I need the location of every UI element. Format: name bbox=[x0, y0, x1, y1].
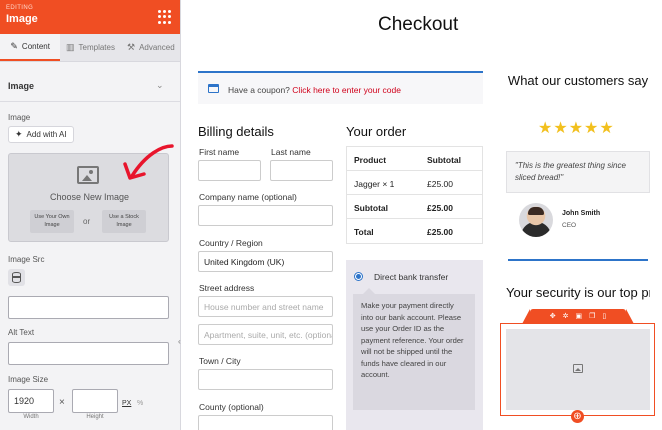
tab-templates-label: Templates bbox=[78, 43, 115, 52]
tab-content-label: Content bbox=[21, 42, 50, 51]
table-row: Jagger × 1 £25.00 bbox=[347, 171, 482, 195]
table-row: Subtotal £25.00 bbox=[347, 195, 482, 219]
town-input[interactable] bbox=[198, 369, 333, 390]
chevron-down-icon[interactable]: ⌄ bbox=[156, 80, 164, 91]
section-title: Image bbox=[8, 81, 35, 91]
sparkle-icon: ✦ bbox=[15, 129, 23, 139]
height-input[interactable] bbox=[72, 389, 118, 413]
star-rating-icon: ★★★★★ bbox=[538, 120, 615, 137]
county-input[interactable] bbox=[198, 415, 333, 430]
street-label: Street address bbox=[199, 283, 255, 293]
tab-content[interactable]: ✎ Content bbox=[0, 34, 61, 61]
subtotal-label-cell: Subtotal bbox=[354, 203, 388, 213]
apartment-input[interactable]: Apartment, suite, unit, etc. (optional) bbox=[198, 324, 333, 345]
annotation-arrow-icon bbox=[123, 144, 174, 180]
coupon-notice: Have a coupon? Click here to enter your … bbox=[198, 71, 483, 104]
or-label: or bbox=[83, 217, 91, 226]
first-name-label: First name bbox=[199, 147, 240, 157]
coupon-text: Have a coupon? Click here to enter your … bbox=[228, 85, 401, 95]
payment-method-label[interactable]: Direct bank transfer bbox=[374, 272, 448, 282]
payment-methods: Direct bank transfer Make your payment d… bbox=[346, 260, 483, 430]
wrench-icon: ⚒ bbox=[126, 42, 136, 52]
image-label: Image bbox=[8, 113, 31, 122]
coupon-prompt: Have a coupon? bbox=[228, 85, 290, 95]
image-placeholder-icon bbox=[573, 364, 583, 373]
connection-button[interactable] bbox=[8, 269, 25, 286]
testimonial-quote: "This is the greatest thing since sliced… bbox=[506, 151, 650, 193]
calendar-icon bbox=[208, 84, 219, 93]
total-label-cell: Total bbox=[354, 227, 374, 237]
trash-icon[interactable]: ▯ bbox=[602, 313, 606, 320]
company-label: Company name (optional) bbox=[199, 192, 297, 202]
column-header: Subtotal bbox=[427, 155, 461, 165]
database-icon bbox=[12, 272, 21, 283]
tab-advanced[interactable]: ⚒ Advanced bbox=[121, 34, 180, 61]
product-cell: Jagger × 1 bbox=[354, 179, 395, 189]
divider bbox=[508, 259, 648, 261]
chevron-left-icon[interactable]: ‹ bbox=[178, 337, 181, 346]
order-heading: Your order bbox=[346, 124, 407, 139]
country-select[interactable]: United Kingdom (UK) bbox=[198, 251, 333, 272]
grid-menu-icon[interactable] bbox=[158, 10, 172, 24]
image-placeholder-icon bbox=[77, 166, 99, 184]
choose-new-image-text[interactable]: Choose New Image bbox=[9, 192, 170, 202]
width-input[interactable]: 1920 bbox=[8, 389, 54, 413]
unit-px-toggle[interactable]: PX bbox=[122, 400, 131, 407]
last-name-label: Last name bbox=[271, 147, 311, 157]
table-header-row: Product Subtotal bbox=[347, 147, 482, 171]
times-icon: × bbox=[59, 397, 65, 408]
width-label: Width bbox=[23, 414, 39, 420]
county-label: County (optional) bbox=[199, 402, 264, 412]
town-label: Town / City bbox=[199, 356, 241, 366]
settings-icon[interactable]: ✲ bbox=[563, 313, 569, 320]
template-icon: ▥ bbox=[66, 42, 75, 52]
editor-sidebar: EDITING Image ✎ Content ▥ Templates ⚒ Ad… bbox=[0, 0, 181, 430]
save-icon[interactable]: ▣ bbox=[575, 313, 582, 320]
billing-heading: Billing details bbox=[198, 124, 274, 139]
use-own-image-button[interactable]: Use Your Own Image bbox=[30, 210, 74, 233]
divider bbox=[0, 101, 180, 102]
image-src-input[interactable] bbox=[8, 296, 169, 319]
sidebar-tabs: ✎ Content ▥ Templates ⚒ Advanced bbox=[0, 34, 180, 62]
module-toolbar: ✥ ✲ ▣ ❐ ▯ bbox=[522, 309, 634, 324]
move-icon[interactable]: ✥ bbox=[550, 313, 556, 320]
total-value-cell: £25.00 bbox=[427, 227, 453, 237]
image-size-label: Image Size bbox=[8, 375, 49, 384]
payment-description: Make your payment directly into our bank… bbox=[353, 288, 475, 410]
company-input[interactable] bbox=[198, 205, 333, 226]
order-table: Product Subtotal Jagger × 1 £25.00 Subto… bbox=[346, 146, 483, 244]
add-module-icon[interactable]: ⊕ bbox=[571, 410, 584, 423]
testimonial-title: What our customers say bbox=[507, 73, 649, 88]
sidebar-title: Image bbox=[6, 13, 38, 25]
unit-percent-toggle[interactable]: % bbox=[137, 400, 143, 407]
coupon-link[interactable]: Click here to enter your code bbox=[292, 85, 401, 95]
image-module[interactable] bbox=[506, 329, 650, 410]
alt-text-input[interactable] bbox=[8, 342, 169, 365]
page-title: Checkout bbox=[378, 14, 459, 35]
editing-label: EDITING bbox=[6, 5, 34, 11]
first-name-input[interactable] bbox=[198, 160, 261, 181]
use-stock-image-button[interactable]: Use a Stock Image bbox=[102, 210, 146, 233]
last-name-input[interactable] bbox=[270, 160, 333, 181]
sidebar-header: EDITING Image bbox=[0, 0, 180, 34]
add-with-ai-label: Add with AI bbox=[26, 130, 67, 139]
subtotal-value-cell: £25.00 bbox=[427, 203, 453, 213]
tab-advanced-label: Advanced bbox=[139, 43, 175, 52]
country-label: Country / Region bbox=[199, 238, 263, 248]
tab-templates[interactable]: ▥ Templates bbox=[60, 34, 120, 61]
alt-text-label: Alt Text bbox=[8, 328, 35, 337]
subtotal-cell: £25.00 bbox=[427, 179, 453, 189]
person-name: John Smith bbox=[562, 210, 601, 217]
column-header: Product bbox=[354, 155, 387, 165]
add-with-ai-button[interactable]: ✦ Add with AI bbox=[8, 126, 74, 143]
pencil-icon: ✎ bbox=[10, 41, 18, 51]
image-src-label: Image Src bbox=[8, 255, 45, 264]
height-label: Height bbox=[86, 414, 104, 420]
payment-radio[interactable] bbox=[355, 273, 362, 280]
person-role: CEO bbox=[562, 222, 577, 229]
avatar bbox=[519, 203, 553, 237]
duplicate-icon[interactable]: ❐ bbox=[589, 313, 595, 320]
street-input[interactable]: House number and street name bbox=[198, 296, 333, 317]
table-row: Total £25.00 bbox=[347, 219, 482, 243]
